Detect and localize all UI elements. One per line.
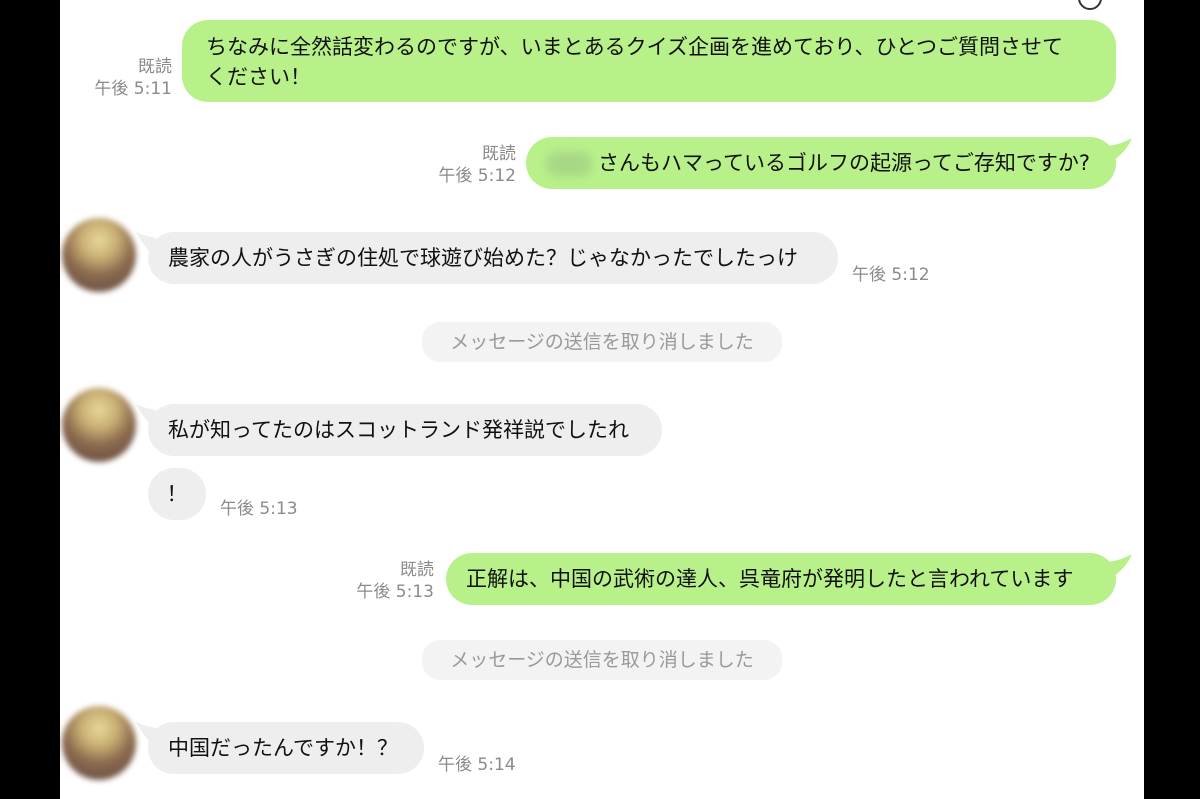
message-text: 農家の人がうさぎの住処で球遊び始めた？じゃなかったでしたっけ bbox=[168, 246, 798, 270]
timestamp: 午後 5:12 bbox=[438, 166, 516, 186]
timestamp: 午後 5:14 bbox=[438, 755, 516, 775]
bubble-tail bbox=[1108, 554, 1132, 576]
info-icon[interactable] bbox=[1078, 0, 1102, 10]
message-text: ちなみに全然話変わるのですが、いまとあるクイズ企画を進めており、ひとつご質問させ… bbox=[206, 35, 1064, 59]
message-text: ！ bbox=[166, 482, 188, 506]
timestamp: 午後 5:13 bbox=[220, 499, 298, 519]
unsent-notice: メッセージの送信を取り消しました bbox=[422, 322, 782, 362]
unsent-notice: メッセージの送信を取り消しました bbox=[422, 640, 782, 680]
timestamp: 午後 5:13 bbox=[356, 582, 434, 602]
outgoing-message-bubble[interactable]: さんもハマっているゴルフの起源ってご存知ですか? bbox=[526, 137, 1116, 189]
avatar[interactable] bbox=[62, 218, 136, 292]
message-text: ください！ bbox=[206, 65, 311, 89]
outgoing-message-bubble[interactable]: 正解は、中国の武術の達人、呉竜府が発明したと言われています bbox=[446, 553, 1116, 605]
redacted-name bbox=[546, 152, 592, 176]
bubble-tail bbox=[1108, 138, 1132, 160]
message-text: 中国だったんですか！？ bbox=[168, 736, 398, 760]
message-meta: 既読 午後 5:11 bbox=[80, 56, 172, 100]
read-receipt: 既読 bbox=[138, 57, 172, 77]
chat-panel: 既読 午後 5:11 ちなみに全然話変わるのですが、いまとあるクイズ企画を進めて… bbox=[60, 0, 1144, 799]
message-text: 正解は、中国の武術の達人、呉竜府が発明したと言われています bbox=[466, 567, 1074, 591]
incoming-message-bubble[interactable]: 私が知ってたのはスコットランド発祥説でしたれ bbox=[148, 404, 662, 456]
read-receipt: 既読 bbox=[482, 144, 516, 164]
incoming-message-bubble[interactable]: ！ bbox=[148, 468, 206, 520]
timestamp: 午後 5:12 bbox=[852, 265, 930, 285]
read-receipt: 既読 bbox=[400, 560, 434, 580]
message-meta: 既読 午後 5:12 bbox=[400, 143, 516, 187]
avatar[interactable] bbox=[62, 706, 136, 780]
message-text: さんもハマっているゴルフの起源ってご存知ですか? bbox=[598, 151, 1091, 175]
incoming-message-bubble[interactable]: 農家の人がうさぎの住処で球遊び始めた？じゃなかったでしたっけ bbox=[148, 232, 838, 284]
timestamp: 午後 5:11 bbox=[94, 79, 172, 99]
incoming-message-bubble[interactable]: 中国だったんですか！？ bbox=[148, 722, 424, 774]
avatar[interactable] bbox=[62, 388, 136, 462]
message-meta: 既読 午後 5:13 bbox=[320, 559, 434, 603]
outgoing-message-bubble[interactable]: ちなみに全然話変わるのですが、いまとあるクイズ企画を進めており、ひとつご質問させ… bbox=[182, 20, 1116, 102]
message-text: 私が知ってたのはスコットランド発祥説でしたれ bbox=[168, 418, 629, 442]
